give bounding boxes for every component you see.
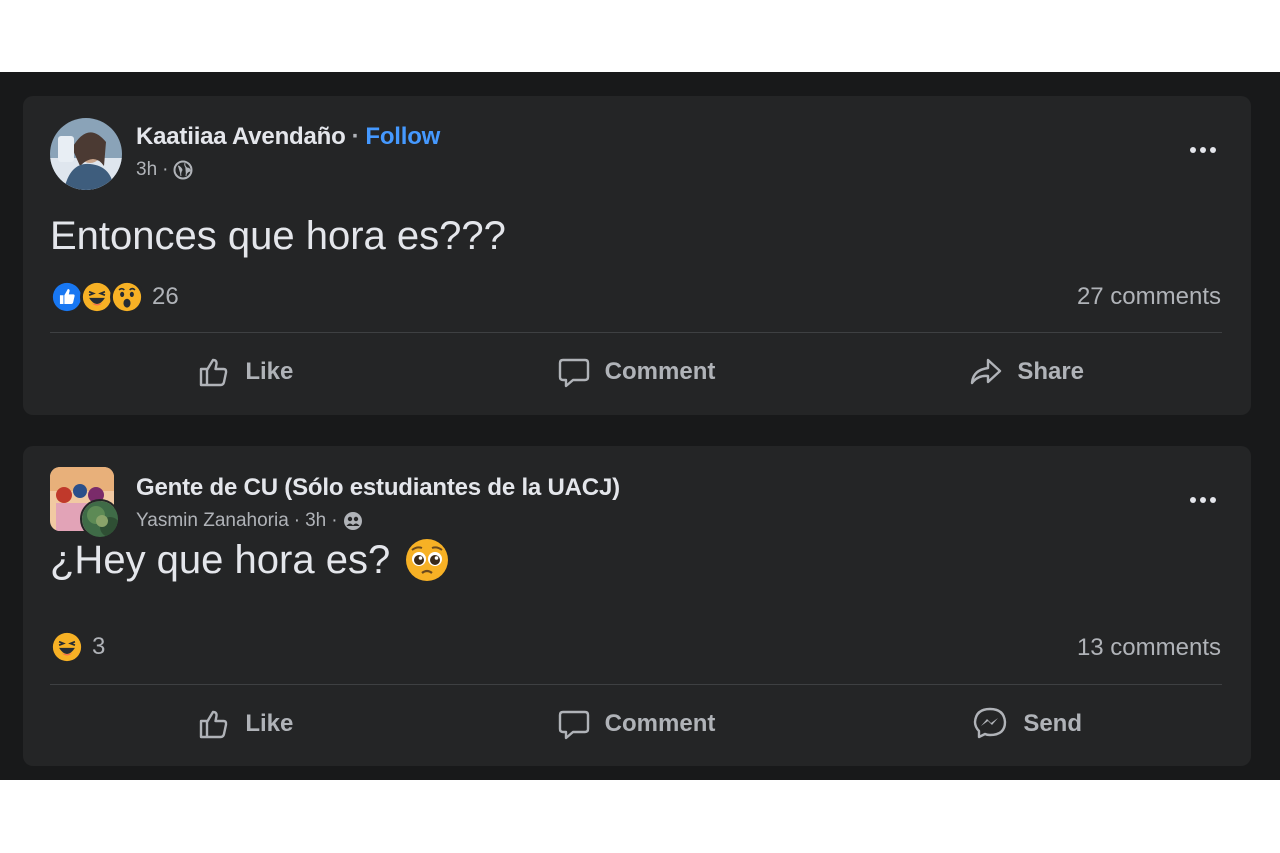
share-button[interactable]: Share (831, 344, 1222, 400)
members-icon (343, 511, 363, 531)
globe-icon (173, 160, 193, 180)
separator-dot: · (162, 159, 169, 180)
reactions-summary[interactable]: 26 (50, 280, 179, 314)
comments-count[interactable]: 27 comments (1077, 283, 1221, 311)
like-label: Like (245, 358, 294, 385)
wow-reaction-icon (110, 280, 144, 314)
post-card: Gente de CU (Sólo estudiantes de la UACJ… (23, 446, 1251, 766)
pleading-face-emoji (406, 539, 449, 581)
thumbs-up-icon (200, 358, 228, 387)
group-avatar[interactable] (50, 467, 120, 539)
follow-button[interactable]: Follow (365, 123, 440, 150)
comment-bubble-icon (558, 358, 589, 388)
group-name[interactable]: Gente de CU (Sólo estudiantes de la UACJ… (136, 473, 620, 503)
post-timestamp[interactable]: 3h (136, 158, 157, 182)
comment-label: Comment (604, 358, 716, 385)
action-bar: Like Comment Send (50, 696, 1222, 752)
send-label: Send (1023, 710, 1083, 737)
haha-reaction-icon (50, 630, 84, 664)
more-options-icon[interactable] (1183, 480, 1223, 520)
reaction-count: 3 (92, 633, 106, 660)
post-text: Entonces que hora es??? (50, 214, 506, 258)
news-feed: Kaatiiaa Avendaño · Follow 3h · Entonces q… (0, 72, 1280, 780)
like-reaction-icon (50, 280, 84, 314)
like-button[interactable]: Like (50, 344, 441, 400)
share-arrow-icon (971, 358, 1002, 385)
send-button[interactable]: Send (831, 696, 1222, 752)
comment-label: Comment (604, 710, 716, 737)
comment-button[interactable]: Comment (441, 344, 832, 400)
author-name[interactable]: Kaatiiaa Avendaño (136, 123, 346, 150)
reactions-summary[interactable]: 3 (50, 630, 105, 664)
separator-dot: · (293, 510, 301, 531)
post-text: ¿Hey que hora es? (50, 538, 391, 582)
author-name[interactable]: Yasmin Zanahoria (136, 509, 289, 533)
like-button[interactable]: Like (50, 696, 441, 752)
like-label: Like (245, 710, 294, 737)
divider (50, 684, 1222, 685)
more-options-icon[interactable] (1183, 130, 1223, 170)
reaction-count: 26 (152, 283, 179, 310)
post-timestamp[interactable]: 3h (305, 509, 326, 533)
haha-reaction-icon (80, 280, 114, 314)
post-text-row: ¿Hey que hora es? (50, 536, 450, 584)
comments-count[interactable]: 13 comments (1077, 634, 1221, 662)
separator-dot: · (351, 123, 360, 150)
messenger-icon (974, 707, 1007, 739)
action-bar: Like Comment Share (50, 344, 1222, 400)
comment-bubble-icon (558, 710, 589, 740)
author-avatar[interactable] (50, 118, 122, 190)
author-avatar[interactable] (80, 499, 120, 539)
comment-button[interactable]: Comment (441, 696, 832, 752)
post-card: Kaatiiaa Avendaño · Follow 3h · Entonces q… (23, 96, 1251, 415)
share-label: Share (1017, 358, 1085, 385)
thumbs-up-icon (200, 710, 228, 739)
separator-dot: · (331, 510, 338, 531)
divider (50, 332, 1222, 333)
